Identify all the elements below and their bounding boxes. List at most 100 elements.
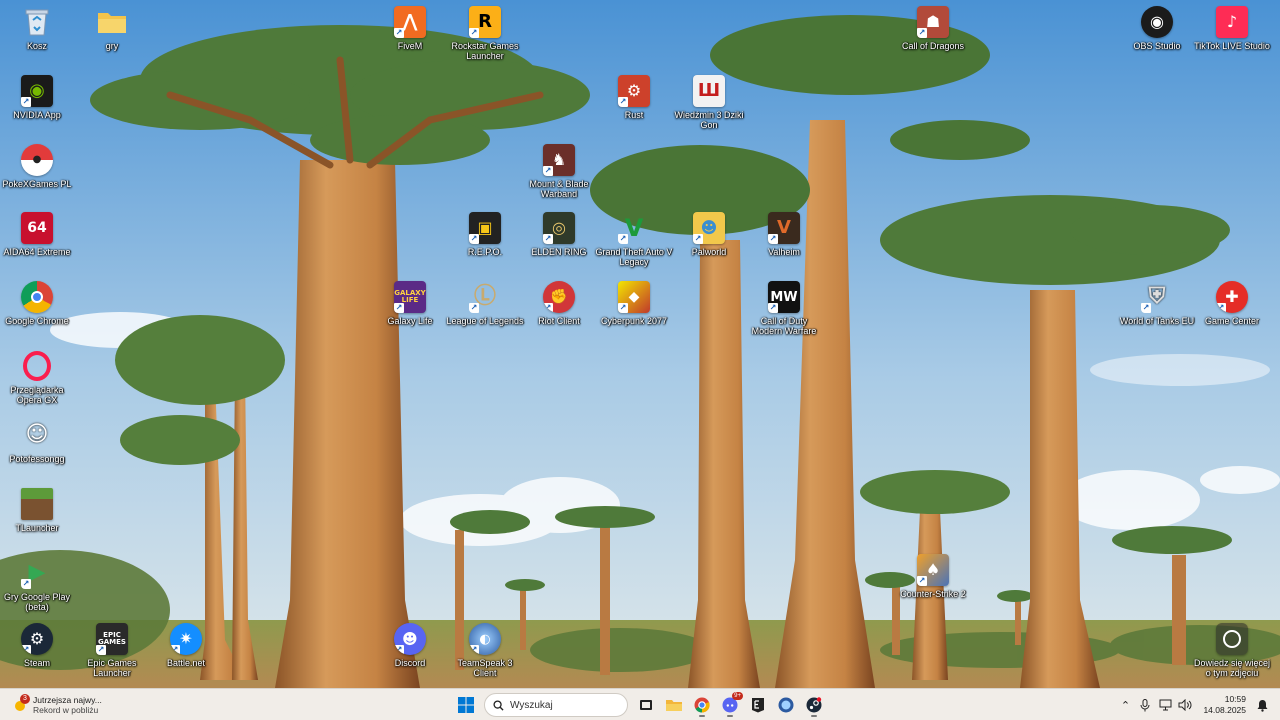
galaxy-life-icon: GALAXY LIFE ↗ xyxy=(394,281,426,313)
potofessongg-icon: ☺ xyxy=(25,422,49,447)
search-placeholder: Wyszukaj xyxy=(510,699,553,711)
start-button[interactable] xyxy=(452,692,480,718)
desktop-icon-wiedzmin[interactable]: Ш Wiedźmin 3 Dziki Gon xyxy=(670,71,748,137)
tiktok-icon: ♪ xyxy=(1216,6,1248,38)
folder-icon xyxy=(96,6,128,38)
taskbar-chrome[interactable] xyxy=(688,692,716,718)
weather-subline: Rekord w pobliżu xyxy=(33,705,99,715)
desktop-icon-palworld[interactable]: ☻ ↗ Palworld xyxy=(670,208,748,274)
witcher-icon: Ш xyxy=(693,75,725,107)
windows-logo-icon xyxy=(458,697,474,713)
desktop-icon-elden-ring[interactable]: ◎ ↗ ELDEN RING xyxy=(520,208,598,274)
chrome-icon xyxy=(694,697,710,713)
clock[interactable]: 10:59 14.08.2025 xyxy=(1203,694,1246,716)
desktop-icon-label: Rockstar Games Launcher xyxy=(451,41,519,61)
rust-icon: ⚙ ↗ xyxy=(618,75,650,107)
desktop-icon-chrome[interactable]: Google Chrome xyxy=(0,277,76,343)
desktop-icon-obs[interactable]: ◉ OBS Studio xyxy=(1118,2,1196,68)
desktop-icon-riot[interactable]: ✊ ↗ Riot Client xyxy=(520,277,598,343)
volume-button[interactable] xyxy=(1175,695,1195,715)
desktop-icon-label: OBS Studio xyxy=(1133,41,1181,51)
desktop-icon-galaxy-life[interactable]: GALAXY LIFE ↗ Galaxy Life xyxy=(371,277,449,343)
valheim-icon: V ↗ xyxy=(768,212,800,244)
desktop-icon-spotlight[interactable]: Dowiedz się więcej o tym zdjęciu xyxy=(1193,619,1271,685)
desktop-icon-google-play-games[interactable]: ▶ ↗ Gry Google Play (beta) xyxy=(0,553,76,619)
camera-lens-icon xyxy=(1216,623,1248,655)
desktop-icon-wot[interactable]: ⛨ ↗ World of Tanks EU xyxy=(1118,277,1196,343)
desktop-icon-call-of-dragons[interactable]: ☗ ↗ Call of Dragons xyxy=(894,2,972,68)
chrome-icon xyxy=(21,281,53,313)
desktop-icon-cs2[interactable]: ♠ ↗ Counter-Strike 2 xyxy=(894,550,972,616)
desktop-icon-gry[interactable]: gry xyxy=(73,2,151,68)
desktop-icon-label: Epic Games Launcher xyxy=(87,658,137,678)
desktop-icon-label: Galaxy Life xyxy=(387,316,433,326)
desktop-icon-lol[interactable]: Ⓛ ↗ League of Legends xyxy=(446,277,524,343)
desktop-icon-pokexgames[interactable]: ● PokeXGames PL xyxy=(0,140,76,206)
desktop-icon-label: PokeXGames PL xyxy=(2,179,72,189)
elden-ring-icon: ◎ ↗ xyxy=(543,212,575,244)
weather-widget[interactable]: 3 Jutrzejsza najwy... Rekord w pobliżu xyxy=(12,693,102,717)
network-button[interactable] xyxy=(1155,695,1175,715)
nvidia-icon: ◉ ↗ xyxy=(21,75,53,107)
desktop-icon-label: World of Tanks EU xyxy=(1119,316,1195,326)
desktop-icon-aida64[interactable]: 64 AIDA64 Extreme xyxy=(0,208,76,274)
desktop-icon-nvidia[interactable]: ◉ ↗ NVIDIA App xyxy=(0,71,76,137)
desktop-icon-label: Potofessongg xyxy=(9,454,65,464)
world-of-tanks-icon: ⛨ ↗ xyxy=(1141,284,1166,313)
task-view-button[interactable] xyxy=(632,692,660,718)
desktop-icon-kosz[interactable]: Kosz xyxy=(0,2,76,68)
teamspeak-icon: ◐ ↗ xyxy=(469,623,501,655)
desktop-icon-repo[interactable]: ▣ ↗ R.E.P.O. xyxy=(446,208,524,274)
desktop-icon-game-center[interactable]: ✚ ↗ Game Center xyxy=(1193,277,1271,343)
desktop-icon-teamspeak[interactable]: ◐ ↗ TeamSpeak 3 Client xyxy=(446,619,524,685)
desktop-icon-cyberpunk[interactable]: ◆ ↗ Cyberpunk 2077 xyxy=(595,277,673,343)
desktop-icon-steam[interactable]: ⚙ ↗ Steam xyxy=(0,619,76,685)
desktop-icon-label: Palworld xyxy=(691,247,727,257)
desktop-icon-label: Dowiedz się więcej o tym zdjęciu xyxy=(1193,658,1271,678)
taskbar-epic-games[interactable] xyxy=(744,692,772,718)
discord-icon: ☻ ↗ xyxy=(394,623,426,655)
running-indicator xyxy=(699,715,705,717)
desktop-icon-tlauncher[interactable]: TLauncher xyxy=(0,484,76,550)
desktop-icon-cod-mw[interactable]: MW ↗ Call of Duty Modern Warfare xyxy=(745,277,823,343)
fivem-icon: ⋀ ↗ xyxy=(394,6,426,38)
taskbar-discord[interactable]: 9+ xyxy=(716,692,744,718)
desktop-icon-mount-blade[interactable]: ♞ ↗ Mount & Blade Warband xyxy=(520,140,598,206)
discord-badge: 9+ xyxy=(732,692,743,700)
epic-games-icon xyxy=(752,698,764,713)
cyberpunk-icon: ◆ ↗ xyxy=(618,281,650,313)
microphone-icon xyxy=(1140,698,1150,711)
battlenet-icon: ✷ ↗ xyxy=(170,623,202,655)
taskbar-file-explorer[interactable] xyxy=(660,692,688,718)
desktop-icon-label: Call of Duty Modern Warfare xyxy=(751,316,817,336)
taskbar-teamspeak[interactable] xyxy=(772,692,800,718)
desktop-icon-label: Kosz xyxy=(26,41,47,51)
desktop-icon-gta5[interactable]: V ↗ Grand Theft Auto V Legacy xyxy=(595,208,673,274)
taskbar-steam[interactable] xyxy=(800,692,828,718)
desktop-icon-discord[interactable]: ☻ ↗ Discord xyxy=(371,619,449,685)
notifications-button[interactable] xyxy=(1252,695,1272,715)
desktop-icon-fivem[interactable]: ⋀ ↗ FiveM xyxy=(371,2,449,68)
desktop-icon-tiktok-live[interactable]: ♪ TikTok LIVE Studio xyxy=(1193,2,1271,68)
desktop-icon-label: gry xyxy=(105,41,119,51)
search-icon xyxy=(493,699,504,711)
call-of-dragons-icon: ☗ ↗ xyxy=(917,6,949,38)
desktop-icon-epic[interactable]: EPIC GAMES ↗ Epic Games Launcher xyxy=(73,619,151,685)
show-hidden-icons-button[interactable]: ⌃ xyxy=(1115,695,1135,715)
desktop-icon-label: Cyberpunk 2077 xyxy=(600,316,668,326)
desktop-icon-battlenet[interactable]: ✷ ↗ Battle.net xyxy=(147,619,225,685)
running-indicator xyxy=(811,715,817,717)
desktop-icon-potofessongg[interactable]: ☺ Potofessongg xyxy=(0,415,76,481)
desktop-icon-valheim[interactable]: V ↗ Valheim xyxy=(745,208,823,274)
desktop-icon-label: Battle.net xyxy=(166,658,206,668)
desktop-icon-label: Discord xyxy=(394,658,426,668)
pokeball-icon: ● xyxy=(21,144,53,176)
desktop-icon-opera-gx[interactable]: Przeglądarka Opera GX xyxy=(0,346,76,412)
desktop-icon-label: Mount & Blade Warband xyxy=(529,179,589,199)
microphone-button[interactable] xyxy=(1135,695,1155,715)
desktop-icon-rust[interactable]: ⚙ ↗ Rust xyxy=(595,71,673,137)
game-center-icon: ✚ ↗ xyxy=(1216,281,1248,313)
desktop-icon-rockstar[interactable]: R ↗ Rockstar Games Launcher xyxy=(446,2,524,68)
taskbar-search[interactable]: Wyszukaj xyxy=(484,693,628,717)
desktop-icon-label: AIDA64 Extreme xyxy=(3,247,71,257)
